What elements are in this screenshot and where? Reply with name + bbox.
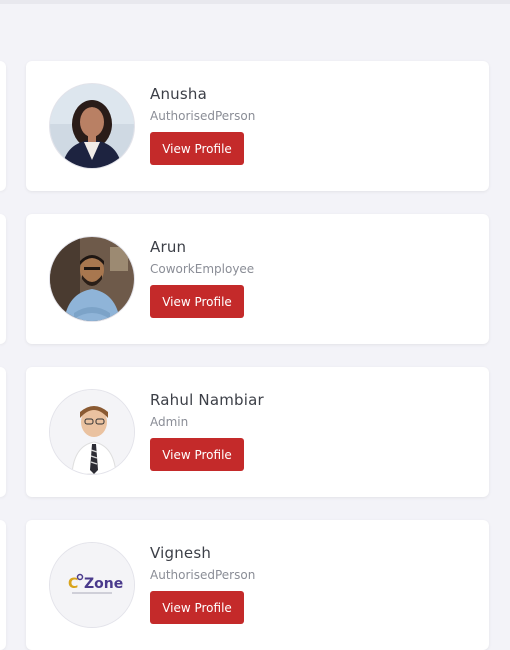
left-card-partial	[0, 61, 6, 191]
avatar	[49, 236, 135, 322]
avatar: C Zone	[49, 542, 135, 628]
left-card-partial	[0, 520, 6, 650]
left-card-partial	[0, 367, 6, 497]
profile-name: Vignesh	[150, 544, 212, 562]
view-profile-button[interactable]: View Profile	[150, 591, 244, 624]
view-profile-button[interactable]: View Profile	[150, 132, 244, 165]
svg-text:C: C	[68, 576, 78, 592]
avatar	[49, 83, 135, 169]
profile-name: Arun	[150, 238, 187, 256]
profile-card: Anusha AuthorisedPerson View Profile	[26, 61, 489, 191]
photo-woman-icon	[50, 84, 134, 168]
profile-name: Rahul Nambiar	[150, 391, 264, 409]
photo-man-tie-icon	[50, 390, 134, 474]
profile-role: AuthorisedPerson	[150, 568, 256, 582]
profile-list-page: Anusha AuthorisedPerson View Profile Aru…	[0, 0, 510, 650]
view-profile-button[interactable]: View Profile	[150, 285, 244, 318]
photo-man-bearded-icon	[50, 237, 134, 321]
svg-text:Zone: Zone	[84, 576, 123, 592]
profile-name: Anusha	[150, 85, 207, 103]
cozone-logo: C Zone	[50, 543, 134, 627]
profile-role: AuthorisedPerson	[150, 109, 256, 123]
profile-card: C Zone Vignesh AuthorisedPerson View Pro…	[26, 520, 489, 650]
profile-role: Admin	[150, 415, 189, 429]
top-border	[0, 0, 510, 4]
avatar	[49, 389, 135, 475]
profile-role: CoworkEmployee	[150, 262, 255, 276]
profile-card: Arun CoworkEmployee View Profile	[26, 214, 489, 344]
profile-card: Rahul Nambiar Admin View Profile	[26, 367, 489, 497]
view-profile-button[interactable]: View Profile	[150, 438, 244, 471]
left-card-partial	[0, 214, 6, 344]
